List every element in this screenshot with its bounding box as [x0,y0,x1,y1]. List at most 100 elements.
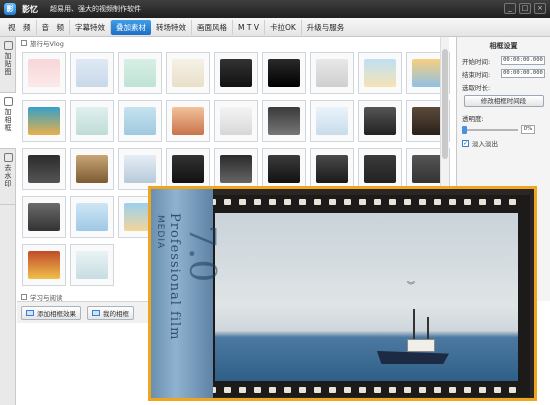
frame-thumbnail[interactable] [22,196,66,238]
spine-text-media: MEDIA [155,215,165,250]
start-time-input[interactable]: 00:00:00.000 [501,56,545,65]
fade-checkbox[interactable]: ✓ 淡入淡出 [462,138,545,148]
frame-thumbnail[interactable] [262,100,306,142]
maximize-icon[interactable]: □ [519,3,531,14]
frame-thumbnail[interactable] [70,148,114,190]
opacity-slider[interactable]: 0% [462,125,545,134]
add-frame-effect-button[interactable]: 添加相框效果 [21,305,81,320]
seagull-icon: ︾ [407,281,415,290]
film-sprocket-hole [314,387,321,393]
tab-add-sticker[interactable]: 加贴图 [0,37,16,93]
film-sprocket-hole [284,387,291,393]
film-sprocket-hole [434,387,441,393]
film-canister-spine: MEDIA Professional film 7.0 [151,189,222,398]
frame-thumbnail-image [172,107,204,135]
film-sprocket-hole [374,387,381,393]
opacity-slider-track[interactable] [462,125,518,134]
film-sprocket-hole [419,199,426,205]
ship-cabin [407,339,435,352]
frame-thumbnail[interactable] [118,100,162,142]
frame-thumbnail-image [76,107,108,135]
frame-thumbnail[interactable] [214,148,258,190]
menu-karaoke[interactable]: 卡拉OK [265,19,302,35]
frame-thumbnail[interactable] [358,100,402,142]
sticker-icon [3,41,13,50]
frame-thumbnail-image [124,107,156,135]
film-sprocket-hole [464,199,471,205]
film-sprocket-hole [419,387,426,393]
film-sprocket-hole [329,199,336,205]
frame-thumbnail[interactable] [214,100,258,142]
menu-transitions[interactable]: 转场特效 [151,19,192,35]
frame-thumbnail[interactable] [358,52,402,94]
category-header-travel[interactable]: 旅行与Vlog [17,37,454,48]
opacity-slider-knob[interactable] [462,125,467,134]
spine-text-big: 7.0 [181,225,222,283]
modify-frame-time-button[interactable]: 修改相框时间段 [463,95,544,107]
film-sprocket-hole [344,387,351,393]
scrollbar-thumb[interactable] [442,49,448,159]
frame-thumbnail[interactable] [310,100,354,142]
frame-thumbnail[interactable] [166,52,210,94]
film-sprocket-hole [449,387,456,393]
film-sprocket-hole [269,199,276,205]
menu-subtitle-effects[interactable]: 字幕特效 [70,19,111,35]
frame-thumbnail-image [76,203,108,231]
opacity-value[interactable]: 0% [521,125,535,134]
start-time-row: 开始时间: 00:00:00.000 [462,55,545,66]
frame-thumbnail[interactable] [310,148,354,190]
tab-add-frame[interactable]: 加相框 [0,93,16,149]
frame-thumbnail[interactable] [70,100,114,142]
film-sprocket-hole [224,387,231,393]
film-sprocket-hole [404,199,411,205]
frame-thumbnail[interactable] [22,52,66,94]
frame-thumbnail[interactable] [70,196,114,238]
frame-thumbnail[interactable] [22,244,66,286]
menu-upgrade-service[interactable]: 升级与服务 [302,20,350,35]
film-sprocket-hole [389,199,396,205]
frame-thumbnail[interactable] [22,148,66,190]
frame-thumbnail-image [364,107,396,135]
close-icon[interactable]: × [534,3,546,14]
my-frames-button[interactable]: 我的相框 [87,305,134,320]
frame-thumbnail[interactable] [262,52,306,94]
frame-thumbnail[interactable] [22,100,66,142]
film-sprocket-hole [329,387,336,393]
frame-thumbnail[interactable] [358,148,402,190]
frame-thumbnail[interactable] [118,148,162,190]
frame-thumbnail[interactable] [70,244,114,286]
checkbox-check-icon[interactable]: ✓ [462,139,469,147]
film-sprocket-hole [374,199,381,205]
menu-mtv[interactable]: M T V [233,19,265,35]
frame-thumbnail[interactable] [310,52,354,94]
menu-video[interactable]: 视 频 [3,19,37,35]
frame-thumbnail-image [220,59,252,87]
film-sprocket-hole [449,199,456,205]
frame-thumbnail[interactable] [262,148,306,190]
film-sprocket-hole [509,199,516,205]
frame-thumbnail[interactable] [70,52,114,94]
minimize-icon[interactable]: _ [504,3,516,14]
film-sprocket-hole [299,199,306,205]
category-title: 旅行与Vlog [30,39,64,48]
frame-thumbnail[interactable] [214,52,258,94]
frame-icon [3,97,13,106]
frame-thumbnail[interactable] [166,100,210,142]
menu-picture-style[interactable]: 画面风格 [192,19,233,35]
menu-audio[interactable]: 音 频 [37,19,70,35]
film-sprocket-hole [284,199,291,205]
end-time-input[interactable]: 00:00:00.000 [501,69,545,78]
frame-thumbnail-image [268,155,300,183]
button-label: 添加相框效果 [37,309,76,318]
film-sprocket-hole [509,387,516,393]
film-sprocket-hole [254,387,261,393]
frame-thumbnail[interactable] [166,148,210,190]
film-sprocket-hole [404,387,411,393]
frame-preview-image: ︾ MEDIA Professional film 7.0 [148,186,537,401]
menu-overlay-materials[interactable]: 叠加素材 [111,19,151,35]
film-sprocket-hole [479,387,486,393]
frame-thumbnail[interactable] [118,52,162,94]
tab-label: 加贴图 [4,52,12,76]
tab-remove-watermark[interactable]: 去水印 [0,149,16,205]
duration-label: 选取时长: [462,83,491,92]
